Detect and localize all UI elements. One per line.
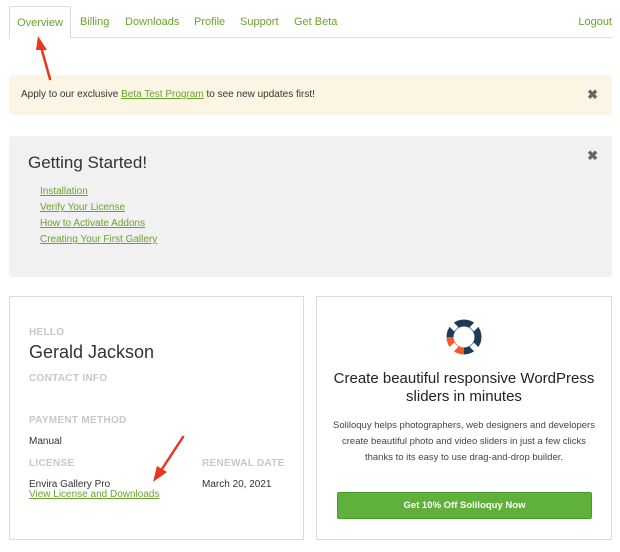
renewal-date-label: RENEWAL DATE <box>202 458 285 469</box>
first-gallery-link[interactable]: Creating Your First Gallery <box>40 234 157 245</box>
beta-notice-text: Apply to our exclusive Beta Test Program… <box>21 89 315 100</box>
get-soliloquy-discount-button[interactable]: Get 10% Off Soliloquy Now <box>337 492 592 519</box>
payment-method-value: Manual <box>29 436 62 447</box>
beta-test-program-link[interactable]: Beta Test Program <box>121 89 204 100</box>
logout-link[interactable]: Logout <box>578 6 612 38</box>
getting-started-title: Getting Started! <box>28 153 148 172</box>
renewal-date-value: March 20, 2021 <box>202 479 272 490</box>
list-item: Verify Your License <box>40 200 157 216</box>
beta-notice-close-icon[interactable]: ✖ <box>587 88 598 101</box>
tab-support[interactable]: Support <box>240 6 279 38</box>
payment-method-label: PAYMENT METHOD <box>29 415 127 426</box>
list-item: How to Activate Addons <box>40 216 157 232</box>
view-license-downloads-link[interactable]: View License and Downloads <box>29 489 159 500</box>
contact-info-label: CONTACT INFO <box>29 373 108 384</box>
license-label: LICENSE <box>29 458 75 469</box>
beta-notice: Apply to our exclusive Beta Test Program… <box>9 75 612 115</box>
verify-license-link[interactable]: Verify Your License <box>40 202 125 213</box>
getting-started-panel: Getting Started! ✖ Installation Verify Y… <box>9 136 612 277</box>
hello-label: HELLO <box>29 327 65 338</box>
account-tab-bar: Overview Billing Downloads Profile Suppo… <box>9 6 612 39</box>
beta-notice-suffix: to see new updates first! <box>203 89 315 100</box>
tab-billing[interactable]: Billing <box>80 6 109 38</box>
tab-get-beta[interactable]: Get Beta <box>294 6 337 38</box>
list-item: Creating Your First Gallery <box>40 232 157 248</box>
list-item: Installation <box>40 184 157 200</box>
beta-notice-prefix: Apply to our exclusive <box>21 89 122 100</box>
installation-link[interactable]: Installation <box>40 186 88 197</box>
getting-started-close-icon[interactable]: ✖ <box>587 149 598 162</box>
activate-addons-link[interactable]: How to Activate Addons <box>40 218 145 229</box>
account-panel: HELLO Gerald Jackson CONTACT INFO PAYMEN… <box>9 296 304 540</box>
soliloquy-promo-panel: Create beautiful responsive WordPress sl… <box>316 296 612 540</box>
tab-downloads[interactable]: Downloads <box>125 6 179 38</box>
tab-overview[interactable]: Overview <box>9 6 71 39</box>
arrow-to-overview-tab-icon <box>36 36 52 81</box>
customer-name: Gerald Jackson <box>29 342 155 362</box>
getting-started-links: Installation Verify Your License How to … <box>40 184 157 248</box>
tab-profile[interactable]: Profile <box>194 6 225 38</box>
soliloquy-logo-icon <box>446 319 482 355</box>
promo-description: Soliloquy helps photographers, web desig… <box>333 420 595 463</box>
promo-title: Create beautiful responsive WordPress sl… <box>333 370 595 405</box>
